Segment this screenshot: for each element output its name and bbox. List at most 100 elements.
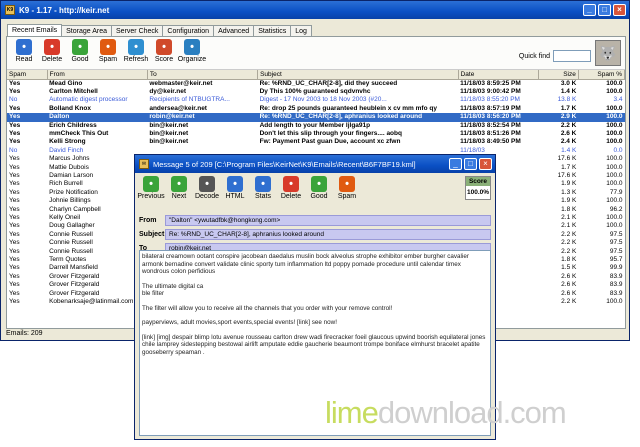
score-icon: •: [156, 39, 172, 55]
message-stats-label: Stats: [255, 193, 271, 200]
message-delete-button[interactable]: • Delete: [279, 176, 303, 200]
message-stats-button[interactable]: • Stats: [251, 176, 275, 200]
message-good-button[interactable]: • Good: [307, 176, 331, 200]
column-header-size[interactable]: Size: [538, 70, 579, 80]
good-label: Good: [71, 56, 89, 63]
html-icon: •: [227, 176, 243, 192]
body-paragraph: The filter will allow you to receive all…: [142, 304, 393, 312]
score-button[interactable]: • Score: [153, 39, 175, 63]
cell-spam: Yes: [9, 104, 21, 112]
cell-size: 13.8 K: [557, 96, 577, 104]
cell-spam-: 100.0: [606, 138, 623, 146]
cell-size: 2.2 K: [561, 239, 577, 247]
message-html-button[interactable]: • HTML: [223, 176, 247, 200]
cell-from: Automatic digest processor: [49, 96, 128, 104]
cell-from: Kobenarksaje@latinmail.com: [49, 298, 134, 306]
cell-spam: Yes: [9, 197, 20, 205]
organize-button[interactable]: • Organize: [178, 39, 206, 63]
message-title-bar[interactable]: ✉ Message 5 of 209 [C:\Program Files\Kei…: [135, 155, 495, 173]
status-bar: Emails: 209: [6, 330, 43, 337]
cell-from: Kelly Oneil: [49, 214, 81, 221]
tab-log[interactable]: Log: [290, 25, 312, 36]
good-button[interactable]: • Good: [69, 39, 91, 63]
message-spam-button[interactable]: • Spam: [335, 176, 359, 200]
title-bar[interactable]: K9 K9 - 1.17 - http://keir.net _ □ ×: [1, 1, 629, 19]
refresh-icon: •: [128, 39, 144, 55]
message-maximize-button[interactable]: □: [464, 158, 477, 170]
table-row[interactable]: Yes Mead Gino webmaster@keir.net Re: %RND_U…: [7, 79, 625, 88]
from-row: From "Dalton" <ywutadfbk@hongkong.com>: [139, 214, 491, 227]
spam-button[interactable]: • Spam: [97, 39, 119, 63]
cell-spam: Yes: [9, 272, 20, 280]
table-row[interactable]: Yes Erich Childress bin@keir.net Add length…: [7, 122, 625, 130]
tab-statistics[interactable]: Statistics: [253, 25, 292, 36]
message-close-button[interactable]: ×: [479, 158, 492, 170]
column-header-spam[interactable]: Spam: [7, 70, 48, 80]
message-next-button[interactable]: • Next: [167, 176, 191, 200]
cell-from: Erich Childress: [49, 121, 97, 129]
message-minimize-button[interactable]: _: [449, 158, 462, 170]
table-row[interactable]: Yes Kelli Strong bin@keir.net Fw: Payment P…: [7, 138, 625, 146]
refresh-button[interactable]: • Refresh: [123, 39, 149, 63]
cell-spam: Yes: [9, 87, 21, 95]
message-previous-button[interactable]: • Previous: [137, 176, 165, 200]
tab-configuration[interactable]: Configuration: [162, 25, 215, 36]
column-header-from[interactable]: From: [47, 70, 148, 80]
cell-size: 1.4 K: [560, 87, 577, 95]
message-decode-button[interactable]: • Decode: [195, 176, 219, 200]
cell-size: 2.2 K: [561, 247, 577, 255]
cell-from: David Finch: [49, 146, 84, 154]
cell-subject: Add length to your Member ljlga91p: [259, 121, 371, 129]
cell-from: Darrell Mansfield: [49, 264, 98, 272]
column-header-date[interactable]: Date: [458, 70, 539, 80]
column-header-spam-[interactable]: Spam %: [578, 70, 626, 80]
table-header: Spam From To Subject Date Size Spam %: [7, 70, 626, 80]
cell-spam: Yes: [7, 113, 48, 122]
cell-size: 17.6 K: [557, 155, 577, 163]
table-row[interactable]: Yes Bolland Knox andersea@keir.net Re: drop…: [7, 105, 625, 113]
cell-to: bin@keir.net: [149, 138, 189, 146]
cell-size: 1.3 K: [561, 188, 577, 196]
cell-subject: Don't let this slip through your fingers…: [259, 129, 402, 137]
tab-strip: Recent Emails Storage Area Server Check Con…: [7, 24, 312, 36]
good-icon: •: [311, 176, 327, 192]
read-button[interactable]: • Read: [13, 39, 35, 63]
cell-spam-: 100.0: [606, 197, 623, 205]
cell-from: Term Quotes: [49, 256, 87, 264]
tab-storage-area[interactable]: Storage Area: [61, 25, 113, 36]
column-header-subject[interactable]: Subject: [257, 70, 459, 80]
cell-spam-: 100.0: [606, 87, 623, 95]
quick-find-input[interactable]: [553, 50, 591, 62]
cell-size: 17.6 K: [557, 171, 577, 179]
tab-advanced[interactable]: Advanced: [213, 25, 255, 36]
delete-button[interactable]: • Delete: [41, 39, 63, 63]
cell-from: Connie Russell: [49, 230, 93, 238]
cell-spam-: 97.5: [609, 230, 623, 238]
cell-spam-: 77.9: [609, 188, 623, 196]
tab-server-check[interactable]: Server Check: [111, 25, 164, 36]
maximize-button[interactable]: □: [598, 4, 611, 16]
cell-from: Grover Fitzgerald: [49, 281, 100, 289]
column-header-to[interactable]: To: [147, 70, 259, 80]
quick-find: Quick find: [519, 50, 591, 62]
decode-icon: •: [199, 176, 215, 192]
cell-spam: Yes: [9, 256, 20, 264]
subject-label: Subject: [139, 231, 165, 238]
table-row[interactable]: Yes Dalton robin@keir.net Re: %RND_UC_CHAR[…: [7, 113, 625, 122]
cell-date: 11/18/03 9:00:42 PM: [460, 87, 521, 95]
table-row[interactable]: No Automatic digest processor Recipients o…: [7, 96, 625, 104]
table-row[interactable]: Yes mmCheck This Out bin@keir.net Don't let…: [7, 130, 625, 138]
cell-to: dy@keir.net: [149, 87, 187, 95]
message-toolbar: • Previous • Next • Decode • HTML • Stats • Delete •…: [135, 173, 495, 213]
minimize-button[interactable]: _: [583, 4, 596, 16]
cell-spam: Yes: [9, 247, 20, 255]
from-field[interactable]: "Dalton" <ywutadfbk@hongkong.com>: [165, 215, 491, 226]
close-button[interactable]: ×: [613, 4, 626, 16]
subject-field[interactable]: Re: %RND_UC_CHAR[2-8], aphranius looked …: [165, 229, 491, 240]
tab-recent-emails[interactable]: Recent Emails: [7, 24, 63, 36]
cell-size: 3.0 K: [560, 79, 577, 87]
refresh-label: Refresh: [123, 56, 149, 63]
quick-find-label: Quick find: [518, 52, 550, 60]
cell-spam: Yes: [9, 281, 20, 289]
table-row[interactable]: Yes Carlton Mitchell dy@keir.net Dy This 10…: [7, 88, 625, 96]
